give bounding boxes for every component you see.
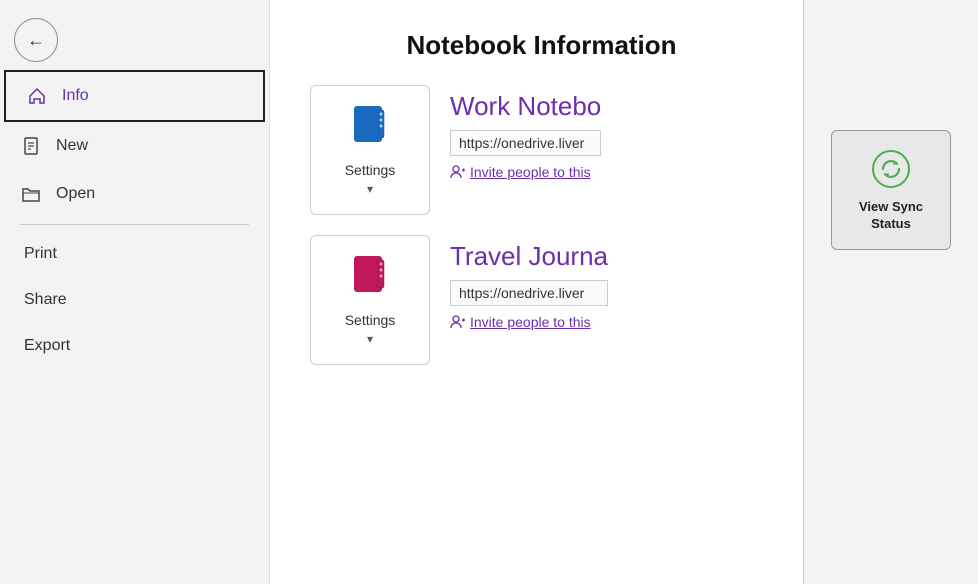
table-row: Settings ▾ Travel Journa https://onedriv… (310, 235, 773, 365)
open-folder-icon (20, 184, 42, 204)
notebook-settings-box-travel[interactable]: Settings ▾ (310, 235, 430, 365)
settings-label-work: Settings (345, 162, 396, 178)
notebook-url-travel: https://onedrive.liver (450, 280, 608, 306)
invite-link-work[interactable]: Invite people to this (450, 164, 601, 180)
sidebar-item-open[interactable]: Open (0, 170, 269, 218)
sidebar-item-export[interactable]: Export (0, 323, 269, 369)
view-sync-label: View SyncStatus (859, 199, 923, 233)
notebook-icon-work (350, 104, 390, 158)
notebook-name-travel: Travel Journa (450, 241, 608, 272)
sidebar-item-share[interactable]: Share (0, 277, 269, 323)
notebook-name-work: Work Notebo (450, 91, 601, 122)
settings-label-travel: Settings (345, 312, 396, 328)
sidebar-item-new[interactable]: New (0, 122, 269, 170)
invite-link-travel[interactable]: Invite people to this (450, 314, 608, 330)
notebook-info-work: Work Notebo https://onedrive.liver Invit… (450, 85, 601, 180)
view-sync-button[interactable]: View SyncStatus (831, 130, 951, 250)
invite-icon-work (450, 164, 466, 180)
sidebar-item-info[interactable]: Info (4, 70, 265, 122)
home-icon (26, 86, 48, 106)
page-title: Notebook Information (310, 30, 773, 61)
sidebar: ← Info New Open Print S (0, 0, 270, 584)
notebook-icon-travel (350, 254, 390, 308)
sidebar-open-label: Open (56, 185, 95, 203)
back-button[interactable]: ← (14, 18, 58, 62)
sidebar-item-print[interactable]: Print (0, 231, 269, 277)
settings-arrow-travel: ▾ (367, 332, 373, 346)
notebook-settings-box-work[interactable]: Settings ▾ (310, 85, 430, 215)
notebook-info-travel: Travel Journa https://onedrive.liver Inv… (450, 235, 608, 330)
right-panel: View SyncStatus (803, 0, 978, 584)
table-row: Settings ▾ Work Notebo https://onedrive.… (310, 85, 773, 215)
sidebar-info-label: Info (62, 87, 89, 105)
sync-icon (869, 147, 913, 191)
sidebar-new-label: New (56, 137, 88, 155)
settings-arrow-work: ▾ (367, 182, 373, 196)
new-doc-icon (20, 136, 42, 156)
invite-icon-travel (450, 314, 466, 330)
sidebar-divider (20, 224, 249, 225)
notebook-list: Settings ▾ Work Notebo https://onedrive.… (310, 85, 773, 365)
main-content: Notebook Information Settings ▾ Wor (270, 0, 803, 584)
notebook-url-work: https://onedrive.liver (450, 130, 601, 156)
